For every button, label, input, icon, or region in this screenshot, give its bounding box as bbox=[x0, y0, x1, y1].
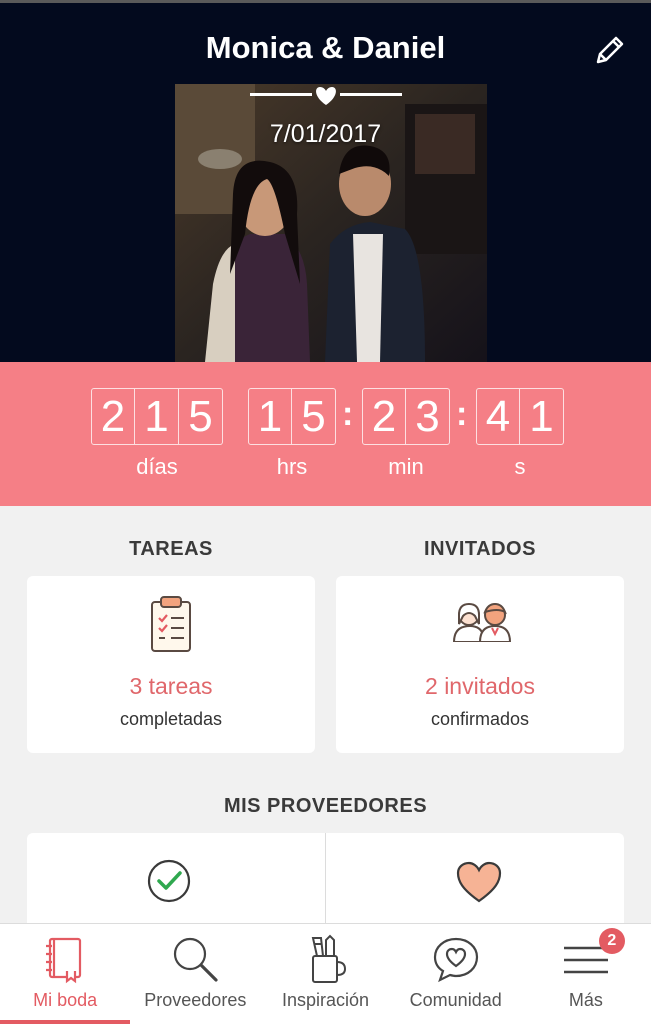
hours-digit: 5 bbox=[292, 388, 336, 445]
guests-couple-icon bbox=[452, 602, 512, 643]
hours-digit: 1 bbox=[248, 388, 292, 445]
nav-proveedores[interactable]: Proveedores bbox=[130, 924, 260, 1024]
nav-label: Comunidad bbox=[409, 990, 502, 1010]
seconds-digits: 4 1 bbox=[476, 388, 564, 445]
wedding-header: Monica & Daniel 7/01/2017 bbox=[0, 0, 651, 362]
couple-name: Monica & Daniel bbox=[205, 30, 446, 65]
pencil-cup-icon bbox=[301, 934, 351, 984]
tasks-sublabel: completadas bbox=[119, 709, 223, 729]
status-strip bbox=[0, 0, 651, 3]
wedding-date: 7/01/2017 bbox=[269, 120, 382, 148]
minutes-digit: 2 bbox=[362, 388, 406, 445]
time-separator: : bbox=[342, 395, 354, 433]
search-icon bbox=[170, 934, 220, 984]
edit-pencil-icon[interactable] bbox=[592, 32, 628, 68]
nav-label: Inspiración bbox=[281, 990, 370, 1010]
nav-comunidad[interactable]: Comunidad bbox=[391, 924, 521, 1024]
notification-badge: 2 bbox=[598, 928, 625, 954]
nav-label: Más bbox=[568, 990, 603, 1010]
nav-label: Mi boda bbox=[33, 990, 98, 1010]
bottom-navigation: Mi boda Proveedores Inspiración Comunida… bbox=[0, 923, 651, 1024]
days-digit: 5 bbox=[179, 388, 223, 445]
vendors-section-title: MIS PROVEEDORES bbox=[223, 795, 428, 817]
guests-card[interactable]: 2 invitados confirmados bbox=[336, 576, 624, 753]
guests-section-title: INVITADOS bbox=[424, 538, 536, 560]
countdown-panel: 2 1 5 días 1 5 hrs : 2 3 min : 4 1 s bbox=[0, 362, 651, 506]
hours-digits: 1 5 bbox=[248, 388, 336, 445]
seconds-digit: 4 bbox=[476, 388, 520, 445]
seconds-label: s bbox=[514, 454, 526, 479]
chat-heart-icon bbox=[431, 934, 481, 984]
minutes-label: min bbox=[388, 454, 424, 479]
hours-label: hrs bbox=[276, 454, 308, 479]
nav-mi-boda[interactable]: Mi boda bbox=[0, 924, 131, 1024]
nav-label: Proveedores bbox=[144, 990, 247, 1010]
days-digit: 1 bbox=[135, 388, 179, 445]
nav-mas[interactable]: Más 2 bbox=[521, 924, 651, 1024]
active-tab-indicator bbox=[0, 1020, 131, 1024]
clipboard-checklist-icon bbox=[149, 594, 193, 654]
tasks-section-title: TAREAS bbox=[129, 538, 213, 560]
nav-inspiracion[interactable]: Inspiración bbox=[260, 924, 390, 1024]
minutes-digits: 2 3 bbox=[362, 388, 450, 445]
tasks-card[interactable]: 3 tareas completadas bbox=[27, 576, 315, 753]
time-separator: : bbox=[456, 395, 468, 433]
minutes-digit: 3 bbox=[406, 388, 450, 445]
days-label: días bbox=[136, 454, 178, 479]
seconds-digit: 1 bbox=[520, 388, 564, 445]
tasks-count: 3 tareas bbox=[129, 673, 213, 699]
notebook-icon bbox=[40, 934, 90, 984]
days-digit: 2 bbox=[91, 388, 135, 445]
guests-sublabel: confirmados bbox=[430, 709, 530, 729]
heart-divider-icon bbox=[250, 83, 402, 107]
days-digits: 2 1 5 bbox=[91, 388, 223, 445]
guests-count: 2 invitados bbox=[425, 673, 535, 699]
hired-vendors-check-icon[interactable] bbox=[147, 859, 191, 903]
favorite-vendors-heart-icon[interactable] bbox=[456, 861, 502, 903]
